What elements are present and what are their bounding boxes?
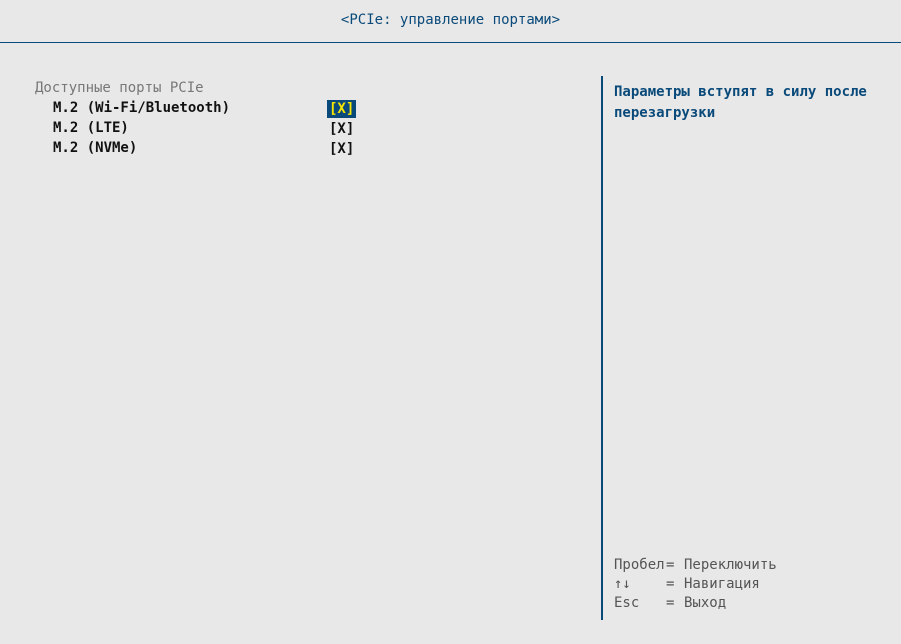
key-hint-toggle: Пробел = Переключить [614, 556, 777, 575]
key-hint-action: Навигация [684, 576, 760, 592]
port-row-wifi-bluetooth[interactable]: M.2 (Wi-Fi/Bluetooth) [X] [0, 100, 600, 118]
key-hints: Пробел = Переключить ↑↓ = Навигация Esc … [614, 556, 777, 613]
key-hint-key: ↑↓ [614, 576, 631, 592]
port-toggle-nvme[interactable]: [X] [327, 140, 356, 158]
key-hint-action: Переключить [684, 557, 777, 573]
key-hint-key: Пробел [614, 557, 665, 573]
ports-section-heading: Доступные порты PCIe [35, 80, 204, 96]
title-bar: <PCIe: управление портами> [0, 0, 901, 43]
port-label-lte: M.2 (LTE) [53, 120, 129, 136]
port-row-lte[interactable]: M.2 (LTE) [X] [0, 120, 600, 138]
port-label-nvme: M.2 (NVMe) [53, 140, 138, 156]
help-text: Параметры вступят в силу после перезагру… [614, 84, 867, 121]
key-hint-equals: = [666, 595, 675, 611]
key-hint-exit: Esc = Выход [614, 594, 777, 613]
port-toggle-lte[interactable]: [X] [327, 120, 356, 138]
port-row-nvme[interactable]: M.2 (NVMe) [X] [0, 140, 600, 158]
key-hint-equals: = [666, 557, 675, 573]
help-panel-divider [601, 76, 603, 620]
port-toggle-wifi-bluetooth[interactable]: [X] [327, 100, 357, 118]
page-title: <PCIe: управление портами> [340, 12, 561, 28]
key-hint-navigation: ↑↓ = Навигация [614, 575, 777, 594]
port-label-wifi-bluetooth: M.2 (Wi-Fi/Bluetooth) [53, 100, 231, 116]
key-hint-equals: = [666, 576, 675, 592]
key-hint-key: Esc [614, 595, 640, 611]
key-hint-action: Выход [684, 595, 727, 611]
